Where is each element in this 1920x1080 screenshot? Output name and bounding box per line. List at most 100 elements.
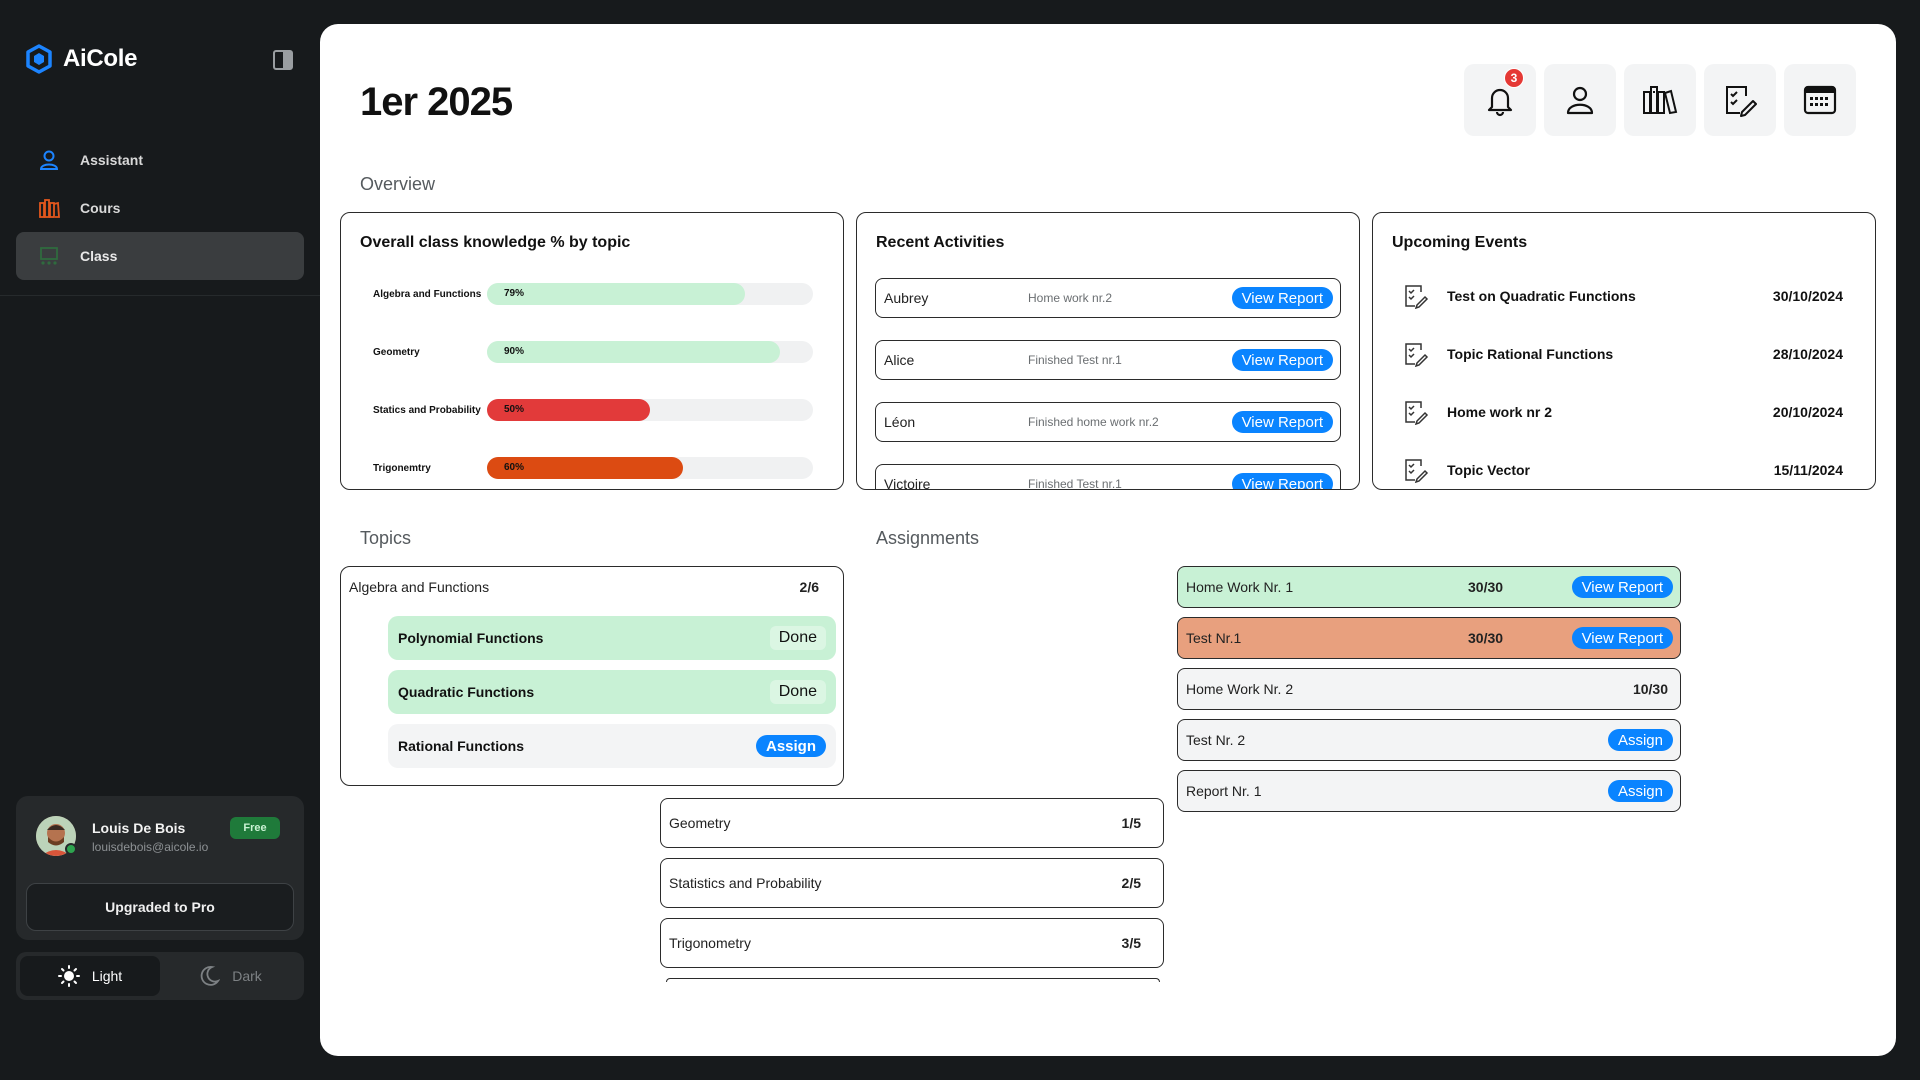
view-report-button[interactable]: View Report xyxy=(1571,627,1673,649)
knowledge-title: Overall class knowledge % by topic xyxy=(360,234,631,251)
page-title: 1er 2025 xyxy=(360,80,513,124)
sidebar-item-label: Class xyxy=(80,248,118,264)
knowledge-percent: 60% xyxy=(504,462,525,473)
sidebar-item-cours[interactable]: Cours xyxy=(16,184,304,232)
assignment-score: 30/30 xyxy=(1468,630,1504,646)
toolbar: 3 xyxy=(1464,64,1856,136)
activity-row[interactable]: Aubrey Home work nr.2 View Report xyxy=(875,278,1341,318)
checklist-edit-icon xyxy=(1405,401,1429,425)
topic-count: 2/5 xyxy=(1121,875,1141,891)
assign-button[interactable]: Assign xyxy=(1607,729,1673,751)
theme-light-label: Light xyxy=(91,968,123,984)
event-row[interactable]: Home work nr 2 20/10/2024 xyxy=(1403,397,1843,427)
view-report-button[interactable]: View Report xyxy=(1231,349,1333,371)
assignment-row[interactable]: Test Nr.1 30/30 View Report xyxy=(1177,617,1681,659)
assignment-score: 30/30 xyxy=(1468,579,1504,595)
knowledge-percent: 79% xyxy=(504,288,525,299)
knowledge-percent: 90% xyxy=(504,346,525,357)
assignment-score: 10/30 xyxy=(1632,681,1668,697)
subtopic-status: Done xyxy=(769,680,826,704)
topic-name: Geometry xyxy=(669,815,731,831)
view-report-button[interactable]: View Report xyxy=(1231,411,1333,433)
assignment-name: Test Nr.1 xyxy=(1186,630,1242,646)
knowledge-percent: 50% xyxy=(504,404,525,415)
assign-button[interactable]: Assign xyxy=(755,735,826,757)
event-row[interactable]: Test on Quadratic Functions 30/10/2024 xyxy=(1403,281,1843,311)
activity-description: Finished home work nr.2 xyxy=(1028,415,1159,429)
knowledge-row: Trigonemtry 60% xyxy=(373,456,813,480)
class-icon xyxy=(40,247,58,265)
topic-row[interactable]: Trigonometry 3/5 xyxy=(660,918,1164,968)
section-assignments-label: Assignments xyxy=(876,528,980,548)
sidebar-item-class[interactable]: Class xyxy=(16,232,304,280)
upgrade-button[interactable]: Upgraded to Pro xyxy=(26,883,294,931)
activity-description: Home work nr.2 xyxy=(1028,291,1113,305)
assignment-row[interactable]: Home Work Nr. 1 30/30 View Report xyxy=(1177,566,1681,608)
recent-activities-panel: Recent Activities Aubrey Home work nr.2 … xyxy=(856,212,1360,490)
knowledge-topic-label: Algebra and Functions xyxy=(373,288,482,300)
subtopic-row[interactable]: Polynomial Functions Done xyxy=(388,616,836,660)
assignment-row[interactable]: Report Nr. 1 Assign xyxy=(1177,770,1681,812)
view-report-button[interactable]: View Report xyxy=(1231,473,1333,489)
sidebar-item-assistant[interactable]: Assistant xyxy=(16,136,304,184)
notification-count-badge: 3 xyxy=(1504,68,1524,88)
assignment-name: Home Work Nr. 1 xyxy=(1186,579,1294,595)
event-date: 30/10/2024 xyxy=(1772,288,1843,304)
topic-header[interactable]: Algebra and Functions 2/6 xyxy=(349,579,819,595)
event-name: Test on Quadratic Functions xyxy=(1447,288,1636,304)
subtopic-row[interactable]: Rational Functions Assign xyxy=(388,724,836,768)
notifications-button[interactable]: 3 xyxy=(1464,64,1536,136)
assignments-edit-button[interactable] xyxy=(1704,64,1776,136)
activity-description: Finished Test nr.1 xyxy=(1028,477,1122,490)
upcoming-events-panel: Upcoming Events Test on Quadratic Functi… xyxy=(1372,212,1876,490)
activity-row[interactable]: Victoire Finished Test nr.1 View Report xyxy=(875,464,1341,490)
knowledge-bar-track: 79% xyxy=(487,283,813,305)
assignment-name: Test Nr. 2 xyxy=(1186,732,1246,748)
topic-row[interactable]: Statistics and Probability 2/5 xyxy=(660,858,1164,908)
event-date: 15/11/2024 xyxy=(1773,462,1843,478)
sidebar-item-label: Assistant xyxy=(80,152,144,168)
topic-count: 2/6 xyxy=(799,579,819,595)
topic-row-partial xyxy=(666,978,1160,982)
knowledge-bar-track: 90% xyxy=(487,341,813,363)
sun-icon xyxy=(57,965,80,987)
activity-row[interactable]: Léon Finished home work nr.2 View Report xyxy=(875,402,1341,442)
library-icon xyxy=(1643,86,1678,115)
view-report-button[interactable]: View Report xyxy=(1571,576,1673,598)
subtopic-name: Polynomial Functions xyxy=(398,630,544,646)
events-title: Upcoming Events xyxy=(1392,234,1528,251)
activities-title: Recent Activities xyxy=(876,234,1005,251)
subtopic-row[interactable]: Quadratic Functions Done xyxy=(388,670,836,714)
event-row[interactable]: Topic Vector 15/11/2024 xyxy=(1403,455,1843,485)
plan-badge: Free xyxy=(230,817,280,839)
topic-row[interactable]: Geometry 1/5 xyxy=(660,798,1164,848)
sidebar-item-label: Cours xyxy=(80,200,121,216)
event-date: 20/10/2024 xyxy=(1772,404,1843,420)
subtopic-name: Rational Functions xyxy=(398,738,524,754)
knowledge-panel: Overall class knowledge % by topic Algeb… xyxy=(340,212,844,490)
bell-icon xyxy=(1487,88,1513,117)
person-icon xyxy=(39,150,59,170)
user-card: Louis De Bois louisdebois@aicole.io Free… xyxy=(16,796,304,940)
theme-light-option[interactable]: Light xyxy=(20,956,160,996)
profile-button[interactable] xyxy=(1544,64,1616,136)
brand[interactable]: AiCole xyxy=(25,44,138,74)
event-row[interactable]: Topic Rational Functions 28/10/2024 xyxy=(1403,339,1843,369)
calendar-button[interactable] xyxy=(1784,64,1856,136)
subtopic-status: Done xyxy=(769,626,826,650)
activity-row[interactable]: Alice Finished Test nr.1 View Report xyxy=(875,340,1341,380)
theme-dark-option[interactable]: Dark xyxy=(160,956,300,996)
checklist-edit-icon xyxy=(1726,86,1757,117)
assignment-row[interactable]: Test Nr. 2 Assign xyxy=(1177,719,1681,761)
checklist-edit-icon xyxy=(1405,285,1429,309)
sidebar-toggle-icon[interactable] xyxy=(272,49,294,71)
view-report-button[interactable]: View Report xyxy=(1231,287,1333,309)
theme-dark-label: Dark xyxy=(232,968,262,984)
assignment-row[interactable]: Home Work Nr. 2 10/30 xyxy=(1177,668,1681,710)
library-button[interactable] xyxy=(1624,64,1696,136)
user-email: louisdebois@aicole.io xyxy=(92,840,209,854)
sidebar: AiCole Assistant Cours Class Louis De Bo… xyxy=(0,0,320,1080)
activity-description: Finished Test nr.1 xyxy=(1028,353,1122,367)
event-name: Topic Vector xyxy=(1447,462,1530,478)
assign-button[interactable]: Assign xyxy=(1607,780,1673,802)
